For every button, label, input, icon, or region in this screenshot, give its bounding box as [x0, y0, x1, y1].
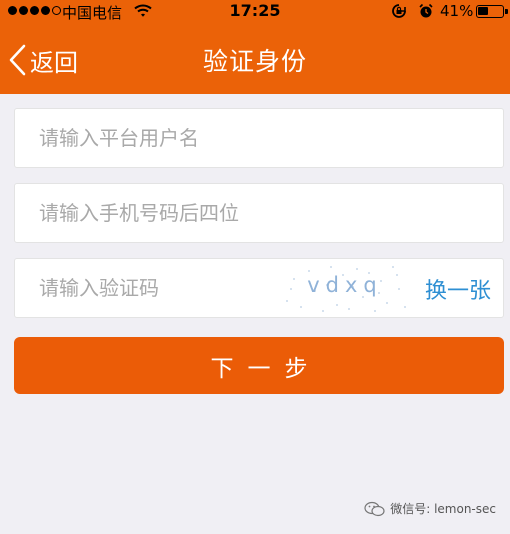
captcha-text: vdxq	[307, 273, 383, 297]
next-step-button[interactable]: 下一步	[14, 337, 504, 394]
watermark-text: 微信号: lemon-sec	[390, 502, 496, 516]
status-bar: 中国电信 17:25 41%	[0, 0, 510, 24]
username-field	[14, 108, 504, 168]
battery-icon	[476, 5, 508, 18]
captcha-image[interactable]: vdxq	[279, 261, 411, 315]
username-input[interactable]	[39, 109, 339, 167]
wechat-icon	[364, 501, 385, 516]
lock-rotation-icon	[392, 4, 406, 18]
captcha-field: vdxq 换一张	[14, 258, 504, 318]
refresh-captcha-link[interactable]: 换一张	[425, 273, 491, 305]
app-frame: 中国电信 17:25 41% 返回 验证身份 请输入平台用户名 请输入手机号码后…	[0, 0, 510, 534]
watermark: 微信号: lemon-sec	[364, 500, 496, 517]
captcha-input[interactable]	[39, 259, 269, 317]
phone-last-four-input[interactable]	[39, 184, 339, 242]
alarm-icon	[419, 3, 433, 18]
nav-bar: 返回 验证身份	[0, 24, 510, 94]
header: 中国电信 17:25 41% 返回 验证身份	[0, 0, 510, 94]
battery-percent: 41%	[440, 2, 474, 20]
page-title: 验证身份	[202, 47, 307, 76]
phone-field	[14, 183, 504, 243]
